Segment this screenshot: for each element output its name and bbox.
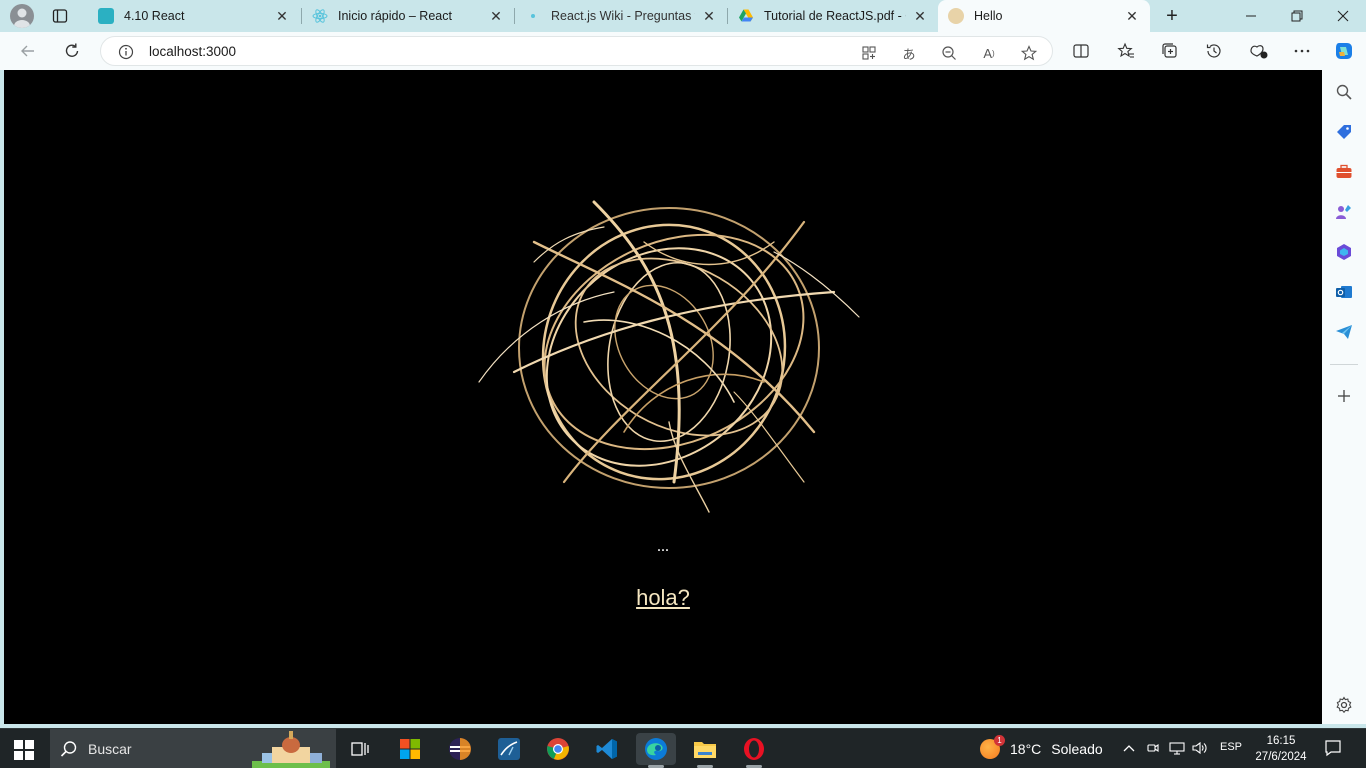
volume-icon[interactable] — [1191, 739, 1209, 757]
edge-icon[interactable] — [636, 733, 676, 768]
file-explorer-icon[interactable] — [685, 733, 725, 768]
tab-actions-icon[interactable] — [50, 6, 70, 26]
opera-icon[interactable] — [734, 733, 774, 768]
close-window-icon[interactable] — [1320, 0, 1366, 32]
back-arrow-icon[interactable] — [17, 40, 39, 62]
microsoft-store-icon[interactable] — [390, 733, 430, 765]
react-favicon-icon — [525, 8, 541, 24]
react-favicon-icon — [312, 8, 328, 24]
tab-title: Tutorial de ReactJS.pdf - Go — [764, 9, 906, 23]
new-tab-icon[interactable]: + — [1162, 6, 1182, 26]
taskbar-search-box[interactable]: Buscar — [50, 729, 336, 768]
tab-hello-active[interactable]: Hello ✕ — [938, 0, 1150, 32]
close-tab-icon[interactable]: ✕ — [701, 8, 717, 24]
chrome-icon[interactable] — [538, 733, 578, 765]
search-icon — [60, 741, 77, 757]
more-options-icon[interactable] — [1291, 40, 1313, 62]
hola-link-container: hola? — [4, 585, 1322, 611]
weather-widget[interactable]: 1 18°C Soleado — [980, 735, 1103, 761]
tab-reactjs-wiki[interactable]: React.js Wiki - Preguntas típ ✕ — [515, 0, 727, 32]
tools-briefcase-icon[interactable] — [1334, 162, 1354, 182]
weather-badge: 1 — [994, 735, 1005, 746]
page-viewport: ... hola? — [4, 70, 1322, 724]
vscode-icon[interactable] — [587, 733, 627, 765]
weather-temp: 18°C — [1010, 741, 1042, 757]
profile-avatar-icon[interactable] — [10, 4, 34, 28]
translate-icon[interactable]: あ — [900, 44, 918, 62]
camera-mic-icon[interactable] — [1144, 739, 1162, 757]
sun-icon: 1 — [980, 735, 1005, 759]
settings-gear-icon[interactable] — [1334, 695, 1354, 715]
split-screen-icon[interactable] — [1070, 40, 1092, 62]
refresh-icon[interactable] — [61, 40, 83, 62]
browser-essentials-icon[interactable] — [1248, 40, 1270, 62]
network-icon[interactable] — [1168, 739, 1186, 757]
clock-time: 16:15 — [1266, 735, 1296, 747]
history-icon[interactable] — [1203, 40, 1225, 62]
close-tab-icon[interactable]: ✕ — [488, 8, 504, 24]
notifications-icon[interactable] — [1324, 739, 1342, 757]
google-drive-icon — [738, 8, 754, 24]
restore-icon[interactable] — [1274, 0, 1320, 32]
windows-taskbar: Buscar 1 18°C Soleado ESP 16:15 27/6/202… — [0, 728, 1366, 768]
close-tab-icon[interactable]: ✕ — [274, 8, 290, 24]
copilot-icon[interactable] — [1333, 40, 1355, 62]
task-view-icon[interactable] — [340, 733, 380, 765]
tab-4-10-react[interactable]: 4.10 React ✕ — [88, 0, 300, 32]
minimize-icon[interactable] — [1228, 0, 1274, 32]
send-telegram-icon[interactable] — [1334, 322, 1354, 342]
microsoft-365-icon[interactable] — [1334, 242, 1354, 262]
outlook-icon[interactable] — [1334, 282, 1354, 302]
clock[interactable]: 16:15 27/6/2024 — [1250, 733, 1312, 765]
clock-date: 27/6/2024 — [1255, 751, 1307, 763]
site-info-icon[interactable] — [118, 44, 134, 60]
search-highlight-illustration-icon — [252, 731, 330, 768]
collections-icon[interactable] — [1159, 40, 1181, 62]
search-placeholder: Buscar — [88, 741, 132, 757]
tab-inicio-rapido-react[interactable]: Inicio rápido – React ✕ — [302, 0, 514, 32]
input-language[interactable]: ESP — [1220, 741, 1242, 753]
favorite-star-icon[interactable] — [1020, 44, 1038, 62]
edge-sidebar — [1322, 70, 1366, 724]
tab-title: Inicio rápido – React — [338, 9, 452, 23]
address-url: localhost:3000 — [149, 44, 237, 59]
show-hidden-icons-chevron-icon[interactable] — [1120, 739, 1138, 757]
tab-strip: 4.10 React ✕ Inicio rápido – React ✕ Rea… — [0, 0, 1366, 32]
shopping-tag-icon[interactable] — [1334, 122, 1354, 142]
tab-title: 4.10 React — [124, 9, 185, 23]
close-tab-icon[interactable]: ✕ — [1124, 8, 1140, 24]
address-bar[interactable]: localhost:3000 あ A) — [100, 36, 1053, 66]
tumbleweed-favicon-icon — [948, 8, 964, 24]
add-icon[interactable] — [1334, 386, 1354, 406]
search-icon[interactable] — [1334, 82, 1354, 102]
zoom-out-icon[interactable] — [940, 44, 958, 62]
hola-link[interactable]: hola? — [636, 585, 690, 610]
app-available-icon[interactable] — [860, 44, 878, 62]
weather-condition: Soleado — [1051, 741, 1103, 757]
browser-toolbar: localhost:3000 あ A) — [0, 32, 1366, 70]
tumbleweed-image — [478, 200, 860, 513]
tab-tutorial-reactjs-pdf[interactable]: Tutorial de ReactJS.pdf - Go ✕ — [728, 0, 938, 32]
windows-start-icon[interactable] — [14, 740, 34, 760]
sidebar-divider — [1330, 364, 1358, 365]
tab-title: React.js Wiki - Preguntas típ — [551, 9, 695, 23]
tab-title: Hello — [974, 9, 1003, 23]
mysql-workbench-icon[interactable] — [489, 733, 529, 765]
read-aloud-icon[interactable]: A) — [980, 44, 998, 62]
close-tab-icon[interactable]: ✕ — [912, 8, 928, 24]
games-icon[interactable] — [1334, 202, 1354, 222]
tab-favicon-icon — [98, 8, 114, 24]
favorites-icon[interactable] — [1115, 40, 1137, 62]
loading-ellipsis: ... — [657, 538, 669, 555]
eclipse-icon[interactable] — [440, 733, 480, 765]
